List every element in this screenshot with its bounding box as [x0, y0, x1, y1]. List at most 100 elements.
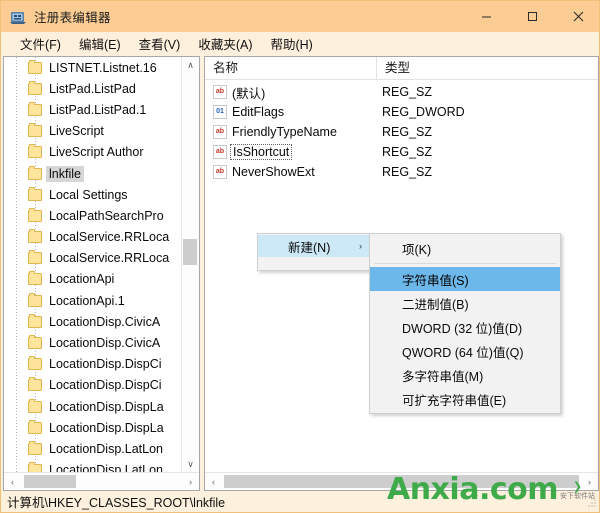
menu-favorites[interactable]: 收藏夹(A) — [189, 32, 261, 55]
submenu-item[interactable]: QWORD (64 位)值(Q) — [370, 339, 560, 363]
column-header-name[interactable]: 名称 — [205, 57, 377, 79]
tree-item[interactable]: ›ListPad.ListPad — [4, 78, 182, 99]
tree-item-label: LocalPathSearchPro — [47, 209, 164, 223]
tree-item-label: LocationDisp.LatLon — [47, 442, 163, 456]
tree-item[interactable]: ›LocalService.RRLoca — [4, 248, 182, 269]
menu-help[interactable]: 帮助(H) — [261, 32, 321, 55]
window-title: 注册表编辑器 — [34, 7, 111, 26]
value-name-cell: IsShortcut — [232, 145, 382, 159]
menu-file[interactable]: 文件(F) — [11, 32, 70, 55]
tree-scroll-right-button[interactable]: › — [182, 473, 199, 490]
minimize-button[interactable] — [463, 1, 509, 32]
close-button[interactable] — [555, 1, 600, 32]
tree-item[interactable]: ›LocationDisp.CivicA — [4, 311, 182, 332]
values-hscroll-track[interactable] — [222, 473, 581, 490]
tree-item-label: LiveScript — [47, 124, 104, 138]
string-value-icon: ab — [213, 125, 227, 139]
value-row[interactable]: ab FriendlyTypeNameREG_SZ — [205, 122, 598, 142]
tree-item[interactable]: ›LocationDisp.DispLa — [4, 396, 182, 417]
value-row[interactable]: 01EditFlagsREG_DWORD — [205, 102, 598, 122]
folder-icon — [28, 104, 42, 116]
context-menu-item-new-label: 新建(N) — [288, 237, 330, 256]
tree-item-label: LocationDisp.DispLa — [47, 400, 164, 414]
tree-horizontal-scroll-thumb[interactable] — [24, 475, 76, 488]
value-row[interactable]: abNeverShowExtREG_SZ — [205, 162, 598, 182]
string-value-icon: ab — [213, 145, 227, 159]
registry-tree[interactable]: ›LISTNET.Listnet.16›ListPad.ListPad›List… — [4, 57, 182, 474]
context-menu[interactable]: 新建(N) › — [257, 233, 371, 271]
statusbar: 计算机\HKEY_CLASSES_ROOT\lnkfile — [1, 491, 600, 512]
tree-item-label: LiveScript Author — [47, 145, 144, 159]
tree-vertical-scrollbar[interactable]: ∧ ∨ — [181, 57, 199, 473]
tree-item-label: LocalService.RRLoca — [47, 230, 169, 244]
values-scroll-right-button[interactable]: › — [581, 473, 598, 490]
value-type-cell: REG_SZ — [382, 145, 432, 159]
statusbar-path: 计算机\HKEY_CLASSES_ROOT\lnkfile — [7, 492, 225, 511]
tree-item[interactable]: ›LiveScript Author — [4, 142, 182, 163]
value-type-cell: REG_DWORD — [382, 105, 465, 119]
folder-icon — [28, 316, 42, 328]
value-name-cell: FriendlyTypeName — [232, 125, 382, 139]
tree-scroll-up-button[interactable]: ∧ — [182, 57, 199, 74]
tree-vertical-scroll-thumb[interactable] — [183, 239, 197, 265]
tree-item[interactable]: ›Local Settings — [4, 184, 182, 205]
resize-grip-icon[interactable] — [586, 497, 598, 509]
values-scroll-left-button[interactable]: ‹ — [205, 473, 222, 490]
maximize-button[interactable] — [509, 1, 555, 32]
folder-icon — [28, 337, 42, 349]
tree-scroll-down-button[interactable]: ∨ — [182, 456, 199, 473]
submenu-item[interactable]: 字符串值(S) — [370, 267, 560, 291]
column-header-type[interactable]: 类型 — [377, 57, 577, 79]
tree-item[interactable]: ›LocationDisp.CivicA — [4, 332, 182, 353]
registry-editor-icon — [10, 9, 26, 25]
tree-item[interactable]: ›LocationDisp.DispCi — [4, 375, 182, 396]
tree-item[interactable]: ›LocationDisp.DispLa — [4, 417, 182, 438]
folder-icon — [28, 443, 42, 455]
submenu-item[interactable]: 二进制值(B) — [370, 291, 560, 315]
registry-editor-window: 注册表编辑器 文件(F) 编辑(E) 查看(V) 收藏夹(A) 帮助(H) ›L… — [0, 0, 600, 513]
value-name-label: IsShortcut — [230, 144, 292, 160]
value-name-cell: NeverShowExt — [232, 165, 382, 179]
submenu-item[interactable]: 可扩充字符串值(E) — [370, 387, 560, 411]
tree-item[interactable]: ›lnkfile — [4, 163, 182, 184]
tree-item[interactable]: ›LISTNET.Listnet.16 — [4, 57, 182, 78]
tree-item-label: LocationDisp.DispCi — [47, 378, 162, 392]
tree-scroll-left-button[interactable]: ‹ — [4, 473, 21, 490]
tree-item[interactable]: ›LocationApi — [4, 269, 182, 290]
tree-item[interactable]: ›LocationApi.1 — [4, 290, 182, 311]
folder-icon — [28, 210, 42, 222]
folder-icon — [28, 295, 42, 307]
value-type-cell: REG_SZ — [382, 125, 432, 139]
value-row[interactable]: abIsShortcut REG_SZ — [205, 142, 598, 162]
values-horizontal-scroll-thumb[interactable] — [224, 475, 579, 488]
submenu-item[interactable]: 多字符串值(M) — [370, 363, 560, 387]
menu-edit[interactable]: 编辑(E) — [70, 32, 130, 55]
tree-item[interactable]: ›ListPad.ListPad.1 — [4, 99, 182, 120]
tree-item[interactable]: ›LocationDisp.DispCi — [4, 354, 182, 375]
folder-icon — [28, 146, 42, 158]
string-value-icon: ab — [213, 85, 227, 99]
submenu-item[interactable]: 项(K) — [370, 236, 560, 260]
folder-icon — [28, 273, 42, 285]
tree-item-label: LocationDisp.CivicA — [47, 336, 160, 350]
context-menu-item-new[interactable]: 新建(N) › — [258, 235, 370, 257]
new-submenu[interactable]: 项(K) 字符串值(S)二进制值(B)DWORD (32 位)值(D)QWORD … — [369, 233, 561, 414]
folder-icon — [28, 83, 42, 95]
tree-item[interactable]: ›LocalPathSearchPro — [4, 205, 182, 226]
dword-value-icon: 01 — [213, 105, 227, 119]
values-horizontal-scrollbar[interactable]: ‹ › — [205, 472, 598, 490]
folder-icon — [28, 379, 42, 391]
tree-hscroll-track[interactable] — [21, 473, 182, 490]
tree-horizontal-scrollbar[interactable]: ‹ › — [4, 472, 199, 490]
tree-item[interactable]: ›LocalService.RRLoca — [4, 227, 182, 248]
folder-icon — [28, 401, 42, 413]
submenu-item[interactable]: DWORD (32 位)值(D) — [370, 315, 560, 339]
tree-item[interactable]: ›LocationDisp.LatLon — [4, 438, 182, 459]
value-row[interactable]: ab(默认)REG_SZ — [205, 82, 598, 102]
value-type-cell: REG_SZ — [382, 165, 432, 179]
context-menu-filler — [258, 257, 370, 269]
tree-item-label: LISTNET.Listnet.16 — [47, 61, 157, 75]
menu-view[interactable]: 查看(V) — [130, 32, 190, 55]
tree-item[interactable]: ›LiveScript — [4, 121, 182, 142]
values-list[interactable]: ab(默认)REG_SZ01EditFlagsREG_DWORDabFriend… — [205, 80, 598, 182]
